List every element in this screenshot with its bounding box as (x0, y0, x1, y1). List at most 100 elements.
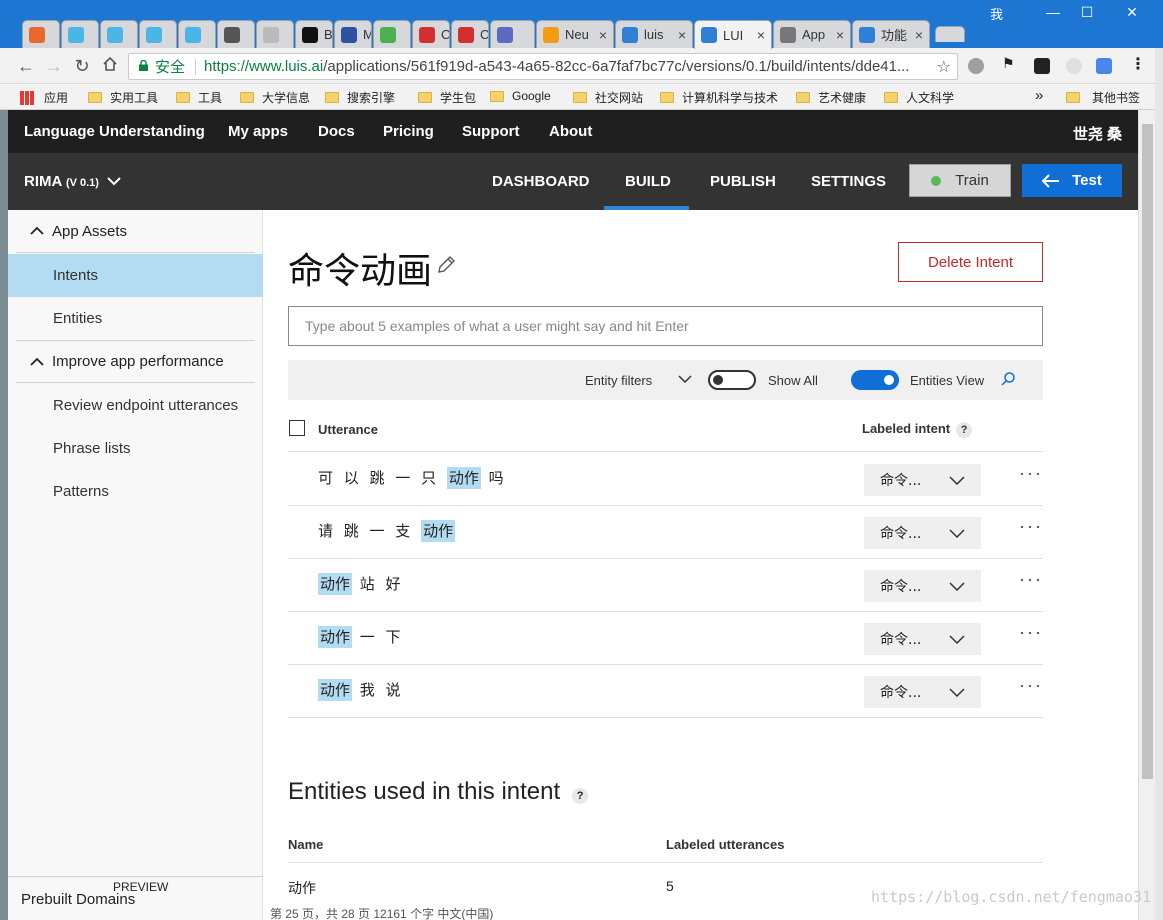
bookmark-item[interactable]: 计算机科学与技术 (660, 89, 778, 106)
entity-filters-label[interactable]: Entity filters (585, 373, 652, 388)
utterance-text[interactable]: 动作 站 好 (318, 573, 404, 595)
more-options-icon[interactable]: ··· (1019, 569, 1043, 590)
flag-icon[interactable]: ⚑ (1002, 55, 1018, 71)
nav-support[interactable]: Support (462, 123, 520, 140)
tab-close-icon[interactable]: × (836, 27, 844, 43)
browser-tab[interactable] (22, 20, 60, 48)
other-bookmarks[interactable]: 其他书签 (1066, 89, 1140, 106)
browser-tab[interactable] (256, 20, 294, 48)
tab-close-icon[interactable]: × (757, 27, 765, 43)
help-icon[interactable]: ? (956, 422, 973, 438)
browser-tab[interactable] (217, 20, 255, 48)
browser-tab[interactable]: luis × (615, 20, 693, 48)
reload-icon[interactable]: ↻ (72, 56, 92, 76)
browser-tab[interactable]: Neu × (536, 20, 614, 48)
back-icon[interactable]: ← (16, 56, 36, 76)
browser-tab[interactable] (373, 20, 411, 48)
app-selector[interactable]: RIMA (V 0.1) (24, 173, 121, 190)
prebuilt-domains[interactable]: PREVIEW Prebuilt Domains (8, 876, 263, 920)
browser-tab[interactable] (61, 20, 99, 48)
scrollbar-thumb[interactable] (1142, 124, 1153, 779)
test-button[interactable]: Test (1022, 164, 1122, 197)
entities-view-toggle[interactable] (851, 370, 899, 390)
browser-tab[interactable]: C× (412, 20, 450, 48)
minimize-icon[interactable]: — (1038, 4, 1068, 20)
entity-name-link[interactable]: 动作 (288, 878, 316, 898)
utterance-text[interactable]: 动作 我 说 (318, 679, 404, 701)
address-bar[interactable]: 安全 https://www.luis.ai/applications/561f… (128, 53, 958, 80)
show-all-toggle[interactable] (708, 370, 756, 390)
select-all-checkbox[interactable] (289, 420, 305, 436)
more-options-icon[interactable]: ··· (1019, 463, 1043, 484)
bookmark-star-icon[interactable]: ☆ (937, 57, 951, 77)
tab-close-icon[interactable]: × (678, 27, 686, 43)
section-improve[interactable]: Improve app performance (16, 340, 255, 383)
bookmarks-overflow-icon[interactable]: » (1035, 87, 1043, 104)
sidebar-item-patterns[interactable]: Patterns (8, 470, 263, 513)
bookmark-item[interactable]: 应用 (20, 89, 68, 106)
extension-icon[interactable] (968, 58, 984, 74)
more-options-icon[interactable]: ··· (1019, 675, 1043, 696)
utterance-text[interactable]: 可 以 跳 一 只 动作 吗 (318, 467, 507, 489)
labeled-intent-dropdown[interactable]: 命令... (864, 517, 981, 549)
browser-tab[interactable]: App × (773, 20, 851, 48)
pencil-icon[interactable] (435, 254, 457, 276)
sidebar-item-intents[interactable]: Intents (8, 254, 263, 297)
delete-intent-button[interactable]: Delete Intent (898, 242, 1043, 282)
bookmark-item[interactable]: 艺术健康 (796, 89, 866, 106)
translate-icon[interactable] (1096, 58, 1112, 74)
more-options-icon[interactable]: ··· (1019, 516, 1043, 537)
labeled-intent-dropdown[interactable]: 命令... (864, 676, 981, 708)
nav-my-apps[interactable]: My apps (228, 123, 288, 140)
browser-tab[interactable] (178, 20, 216, 48)
maximize-icon[interactable]: ☐ (1072, 4, 1102, 21)
sidebar-item-entities[interactable]: Entities (8, 297, 263, 340)
browser-tab[interactable]: B× (295, 20, 333, 48)
utterance-text[interactable]: 动作 一 下 (318, 626, 404, 648)
utterance-input[interactable] (288, 306, 1043, 346)
close-window-icon[interactable]: ✕ (1117, 4, 1147, 21)
chevron-down-icon[interactable] (678, 374, 692, 384)
sidebar-item-review[interactable]: Review endpoint utterances (8, 384, 263, 427)
forward-icon[interactable]: → (44, 56, 64, 76)
section-app-assets[interactable]: App Assets (16, 210, 255, 253)
nav-about[interactable]: About (549, 123, 592, 140)
bookmark-item[interactable]: 工具 (176, 89, 222, 106)
train-button[interactable]: Train (909, 164, 1011, 197)
nav-pricing[interactable]: Pricing (383, 123, 434, 140)
search-icon[interactable] (1000, 371, 1016, 387)
browser-tab[interactable] (490, 20, 535, 48)
tab-build[interactable]: BUILD (625, 173, 671, 190)
tab-close-icon[interactable]: × (599, 27, 607, 43)
bookmark-item[interactable]: 社交网站 (573, 89, 643, 106)
user-menu[interactable]: 世尧 桑 (1073, 123, 1122, 144)
bookmark-item[interactable]: Google (490, 89, 551, 103)
entity-label[interactable]: 动作 (318, 626, 353, 648)
browser-tab[interactable] (100, 20, 138, 48)
tab-dashboard[interactable]: DASHBOARD (492, 173, 590, 190)
nav-docs[interactable]: Docs (318, 123, 355, 140)
browser-tab[interactable]: MAL× (334, 20, 372, 48)
labeled-intent-dropdown[interactable]: 命令... (864, 623, 981, 655)
browser-tab[interactable]: LUI × (694, 20, 772, 49)
brand-link[interactable]: Language Understanding (24, 123, 205, 140)
new-tab-button[interactable] (935, 26, 965, 42)
bookmark-item[interactable]: 学生包 (418, 89, 476, 106)
tab-settings[interactable]: SETTINGS (811, 173, 886, 190)
page-scrollbar[interactable] (1138, 110, 1155, 920)
menu-icon[interactable]: ⋮ (1130, 54, 1146, 73)
utterance-text[interactable]: 请 跳 一 支 动作 (318, 520, 456, 542)
bookmark-item[interactable]: 人文科学 (884, 89, 954, 106)
browser-tab[interactable]: C× (451, 20, 489, 48)
bookmark-item[interactable]: 大学信息 (240, 89, 310, 106)
cloud-icon[interactable] (1066, 58, 1082, 74)
entity-label[interactable]: 动作 (318, 573, 353, 595)
extension-icon[interactable] (1034, 58, 1050, 74)
tab-close-icon[interactable]: × (915, 27, 923, 43)
labeled-intent-dropdown[interactable]: 命令... (864, 570, 981, 602)
bookmark-item[interactable]: 实用工具 (88, 89, 158, 106)
sidebar-item-phrase-lists[interactable]: Phrase lists (8, 427, 263, 470)
profile-label[interactable]: 我 (990, 4, 1003, 23)
labeled-intent-dropdown[interactable]: 命令... (864, 464, 981, 496)
entity-label[interactable]: 动作 (318, 679, 353, 701)
